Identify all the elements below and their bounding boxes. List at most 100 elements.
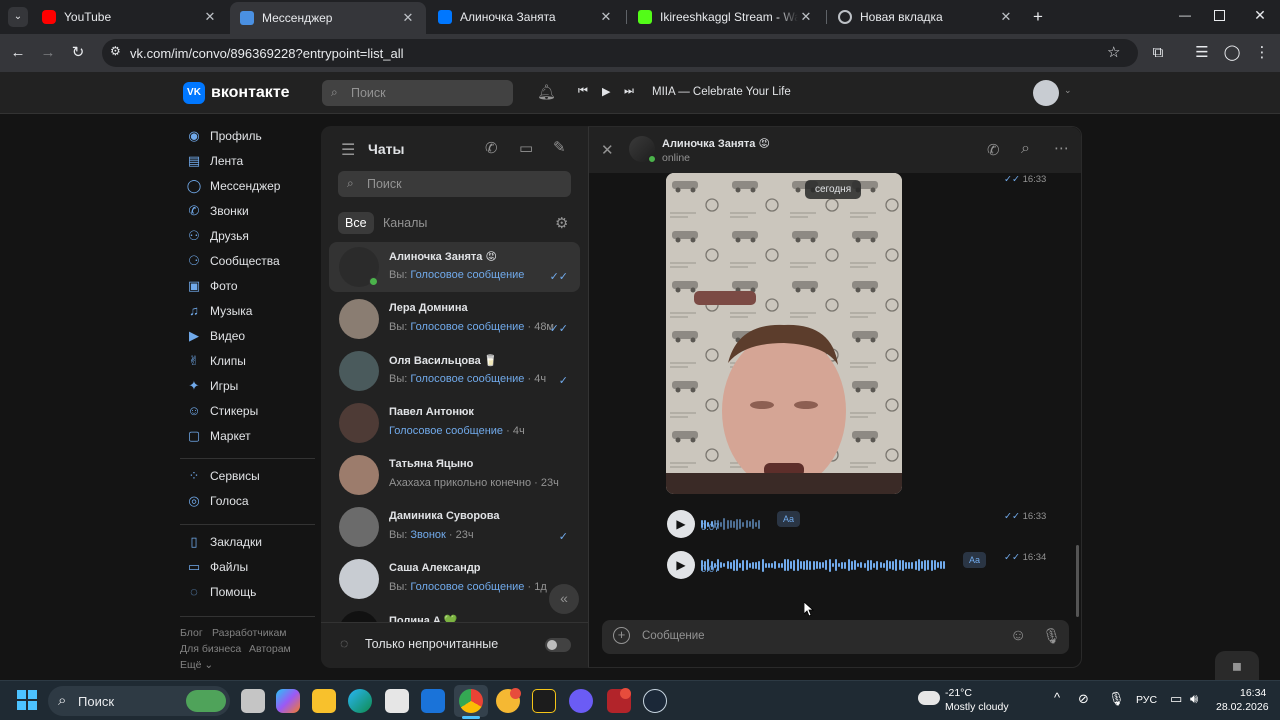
close-tab-icon[interactable]: ✕ bbox=[400, 10, 416, 26]
bookmark-star-icon[interactable]: ☆ bbox=[1107, 43, 1120, 61]
message-input[interactable]: Сообщение bbox=[642, 630, 705, 642]
play-voice-button[interactable]: ▶ bbox=[667, 551, 695, 579]
app-circle-icon[interactable] bbox=[569, 689, 593, 713]
more-options-icon[interactable]: ⋯ bbox=[1054, 139, 1069, 157]
chat-settings-gear-icon[interactable]: ⚙ bbox=[555, 214, 568, 232]
sidebar-item-help[interactable]: ◌ Помощь bbox=[186, 582, 256, 602]
next-track-icon[interactable]: ⏭ bbox=[624, 85, 634, 98]
extensions-icon[interactable]: ⧉ bbox=[1148, 43, 1168, 63]
footer-link-business[interactable]: Для бизнеса bbox=[180, 643, 241, 655]
menu-hamburger-icon[interactable]: ☰ bbox=[341, 140, 355, 160]
windows-start-icon[interactable] bbox=[17, 690, 37, 710]
microphone-icon[interactable]: 🎙︎ bbox=[1042, 627, 1061, 645]
sidebar-item-communities[interactable]: ⚆ Сообщества bbox=[186, 251, 280, 271]
archive-icon[interactable]: ▭ bbox=[519, 139, 533, 157]
close-tab-icon[interactable]: ✕ bbox=[998, 9, 1014, 25]
close-tab-icon[interactable]: ✕ bbox=[598, 9, 614, 25]
browser-tab-messenger[interactable]: Мессенджер ✕ bbox=[230, 2, 426, 34]
browser-tab-alinochka[interactable]: Алиночка Занята ✕ bbox=[428, 4, 624, 30]
sidebar-item-phone[interactable]: ✆ Звонки bbox=[186, 201, 249, 221]
restore-window-icon[interactable] bbox=[1214, 10, 1225, 21]
site-info-icon[interactable]: ⚙ bbox=[110, 44, 121, 58]
profile-icon[interactable]: ◯ bbox=[1222, 43, 1242, 63]
notifications-bell-icon[interactable]: 🔔︎ bbox=[537, 83, 556, 101]
sidebar-item-clips[interactable]: ✌ Клипы bbox=[186, 351, 246, 371]
tray-volume-icon[interactable]: 🔊︎ bbox=[1190, 691, 1198, 707]
taskbar-search[interactable]: ⌕ Поиск bbox=[48, 686, 230, 716]
footer-link-developers[interactable]: Разработчикам bbox=[212, 627, 287, 639]
emoji-icon[interactable]: ☺ bbox=[1010, 627, 1026, 645]
steam-icon[interactable] bbox=[643, 689, 667, 713]
close-tab-icon[interactable]: ✕ bbox=[202, 9, 218, 25]
browser-tab-kick[interactable]: Ikireeshkaggl Stream - Watch Li ✕ bbox=[628, 4, 824, 30]
new-tab-button[interactable]: + bbox=[1028, 7, 1048, 27]
weather-text[interactable]: Mostly cloudy bbox=[945, 701, 1009, 713]
footer-link-more[interactable]: Ещё ⌄ bbox=[180, 659, 213, 671]
tray-display-icon[interactable]: ▭ bbox=[1170, 691, 1182, 707]
tray-chevron-up-icon[interactable]: ^ bbox=[1054, 690, 1060, 705]
sidebar-item-friends[interactable]: ⚇ Друзья bbox=[186, 226, 249, 246]
task-view-icon[interactable] bbox=[241, 689, 265, 713]
close-tab-icon[interactable]: ✕ bbox=[798, 9, 814, 25]
sidebar-item-messenger[interactable]: ◯ Мессенджер bbox=[186, 176, 281, 196]
transcribe-button[interactable]: Aa bbox=[963, 552, 987, 568]
microsoft-store-icon[interactable] bbox=[385, 689, 409, 713]
chat-list-item[interactable]: Татьяна Яцыно Ахахаха прикольно конечно ·… bbox=[329, 450, 580, 500]
close-window-icon[interactable]: ✕ bbox=[1251, 7, 1269, 25]
chrome-icon[interactable] bbox=[459, 689, 483, 713]
sidebar-item-profile[interactable]: ◉ Профиль bbox=[186, 126, 261, 146]
edge-icon[interactable] bbox=[348, 689, 372, 713]
copilot-icon[interactable] bbox=[276, 689, 300, 713]
weather-temp[interactable]: -21°C bbox=[945, 687, 972, 699]
chat-list-item[interactable]: Оля Васильцова 🥛 Вы: Голосовое сообщение … bbox=[329, 346, 580, 396]
chat-list-item[interactable]: Саша Александр Вы: Голосовое сообщение · … bbox=[329, 554, 580, 604]
sidebar-item-games[interactable]: ✦ Игры bbox=[186, 376, 239, 396]
media-controls-icon[interactable]: ☰ bbox=[1192, 43, 1212, 63]
weather-cloud-icon[interactable] bbox=[918, 691, 940, 705]
previous-track-icon[interactable]: ⏮ bbox=[578, 85, 588, 98]
vk-logo[interactable]: VK вконтакте bbox=[183, 82, 290, 104]
search-icon[interactable]: ⌕ bbox=[1021, 140, 1030, 158]
sidebar-item-bookmarks[interactable]: ▯ Закладки bbox=[186, 532, 262, 552]
chat-list-item[interactable]: Даминика Суворова Вы: Звонок · 23ч ✓ bbox=[329, 502, 580, 552]
user-avatar[interactable] bbox=[1033, 80, 1059, 106]
video-message[interactable] bbox=[666, 173, 902, 494]
tab-channels[interactable]: Каналы bbox=[383, 216, 427, 230]
forward-icon[interactable]: → bbox=[38, 43, 58, 63]
language-indicator[interactable]: РУС bbox=[1136, 694, 1157, 706]
vk-search-input[interactable]: ⌕ Поиск bbox=[322, 80, 513, 106]
sidebar-item-feed[interactable]: ▤ Лента bbox=[186, 151, 243, 171]
sidebar-item-video[interactable]: ▶ Видео bbox=[186, 326, 245, 346]
tab-all[interactable]: Все bbox=[338, 212, 374, 234]
unread-only-toggle[interactable] bbox=[545, 638, 571, 652]
file-explorer-icon[interactable] bbox=[312, 689, 336, 713]
player-track-title[interactable]: MIIA — Celebrate Your Life bbox=[652, 86, 791, 98]
app-star-icon[interactable] bbox=[532, 689, 556, 713]
tray-network-off-icon[interactable]: ⊘ bbox=[1078, 691, 1089, 707]
floating-chat-button[interactable]: ◼ bbox=[1215, 651, 1259, 681]
tab-search-button[interactable]: ⌄ bbox=[8, 7, 28, 27]
sidebar-item-services[interactable]: ⁘ Сервисы bbox=[186, 466, 260, 486]
play-voice-button[interactable]: ▶ bbox=[667, 510, 695, 538]
play-icon[interactable]: ▶ bbox=[602, 85, 610, 98]
sidebar-item-stickers[interactable]: ☺ Стикеры bbox=[186, 401, 258, 421]
sidebar-item-photo[interactable]: ▣ Фото bbox=[186, 276, 238, 296]
chat-list-item[interactable]: Павел Антонюк Голосовое сообщение · 4ч bbox=[329, 398, 580, 448]
browser-tab-youtube[interactable]: YouTube ✕ bbox=[32, 4, 228, 30]
sidebar-item-files[interactable]: ▭ Файлы bbox=[186, 557, 248, 577]
sidebar-item-market[interactable]: ▢ Маркет bbox=[186, 426, 251, 446]
chat-list-item[interactable]: Лера Домнина Вы: Голосовое сообщение · 48… bbox=[329, 294, 580, 344]
conversation-scrollbar[interactable] bbox=[1076, 545, 1079, 617]
footer-link-authors[interactable]: Авторам bbox=[249, 643, 291, 655]
new-call-icon[interactable]: ✆ bbox=[485, 139, 498, 157]
clock-date[interactable]: 28.02.2026 bbox=[1216, 701, 1269, 713]
tray-microphone-icon[interactable]: 🎙︎ bbox=[1108, 691, 1125, 707]
back-icon[interactable]: ← bbox=[8, 43, 28, 63]
voice-waveform[interactable] bbox=[701, 558, 946, 572]
compose-icon[interactable]: ✎ bbox=[553, 138, 566, 156]
close-conversation-icon[interactable]: ✕ bbox=[601, 141, 614, 159]
menu-icon[interactable]: ⋮ bbox=[1252, 43, 1272, 63]
sidebar-item-music[interactable]: ♫ Музыка bbox=[186, 301, 252, 321]
attach-plus-icon[interactable]: + bbox=[613, 627, 630, 644]
transcribe-button[interactable]: Aa bbox=[777, 511, 801, 527]
